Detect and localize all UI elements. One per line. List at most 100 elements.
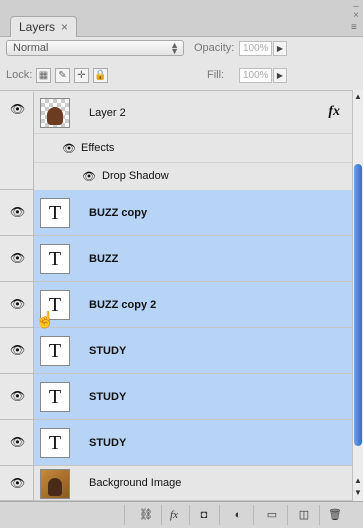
eye-icon[interactable]: 👁 [10, 389, 25, 403]
adjustment-layer-icon[interactable]: ◐ [230, 507, 246, 523]
tab-layers[interactable]: Layers × [10, 16, 78, 37]
visibility-toggle[interactable]: 👁 [0, 92, 34, 190]
fill-slider-arrow-icon[interactable]: ▶ [273, 68, 287, 83]
layer-name: Layer 2 [89, 107, 126, 119]
toolbar-divider [161, 505, 162, 525]
panel-menu-icon[interactable]: ≡ [351, 22, 361, 33]
layer-row[interactable]: 👁 T STUDY [0, 374, 352, 420]
eye-icon[interactable]: 👁 [10, 343, 25, 357]
hand-cursor-icon: ☝ [35, 312, 55, 329]
layer-content[interactable]: T STUDY [34, 374, 352, 420]
eye-icon[interactable]: 👁 [82, 170, 96, 183]
eye-icon[interactable]: 👁 [10, 435, 25, 449]
opacity-label: Opacity: [194, 42, 235, 54]
text-layer-icon: T [40, 244, 70, 274]
lock-row: Lock: ▦ ✎ ✛ 🔒 Fill: 100% ▶ [0, 62, 363, 91]
layer-content[interactable]: T BUZZ copy 2 [34, 282, 352, 328]
lock-label: Lock: [6, 69, 33, 81]
visibility-toggle[interactable]: 👁 [0, 282, 34, 328]
toolbar-divider [319, 505, 320, 525]
eye-icon[interactable]: 👁 [10, 251, 25, 265]
text-layer-icon: T [40, 198, 70, 228]
effect-item-row[interactable]: 👁 Drop Shadow [34, 162, 352, 191]
blend-mode-select[interactable]: Normal ▲ ▼ [6, 40, 184, 56]
visibility-toggle[interactable]: 👁 [0, 236, 34, 282]
layers-list: 👁 Layer 2 fx 👁 Effects 👁 Drop Shadow 👁 T… [0, 92, 352, 501]
layer-name: BUZZ [89, 253, 119, 265]
layer-row[interactable]: 👁 T BUZZ [0, 236, 352, 282]
scrollbar[interactable]: ▲ ▲ ▼ [352, 90, 363, 501]
visibility-toggle[interactable]: 👁 [0, 328, 34, 374]
window-controls[interactable]: – × [353, 2, 359, 21]
visibility-toggle[interactable]: 👁 [0, 420, 34, 466]
bottom-toolbar: ⛓ fx ◘ ◐ ▭ ◫ 🗑 [0, 501, 363, 528]
fx-icon[interactable]: fx [166, 507, 182, 523]
visibility-toggle[interactable]: 👁 [0, 466, 34, 501]
eye-icon[interactable]: 👁 [10, 102, 25, 116]
fx-icon[interactable]: fx [328, 104, 340, 120]
layer-content[interactable]: T STUDY [34, 328, 352, 374]
layer-thumbnail [40, 98, 70, 128]
layer-name: BUZZ copy [89, 207, 148, 219]
layer-content[interactable]: T BUZZ copy [34, 190, 352, 236]
fill-field[interactable]: 100% [239, 68, 272, 83]
layer-name: STUDY [89, 437, 127, 449]
layer-name: BUZZ copy 2 [89, 299, 157, 311]
effects-row[interactable]: 👁 Effects [34, 134, 352, 163]
fill-label: Fill: [207, 69, 225, 81]
window-close-icon[interactable]: × [353, 11, 359, 21]
layer-row[interactable]: 👁 T BUZZ copy [0, 190, 352, 236]
scroll-down-icon[interactable]: ▼ [354, 488, 362, 497]
toolbar-divider [253, 505, 254, 525]
layer-name: STUDY [89, 391, 127, 403]
lock-position-icon[interactable]: ✛ [74, 68, 89, 83]
blend-mode-value: Normal [13, 42, 49, 54]
toolbar-divider [287, 505, 288, 525]
layer-content[interactable]: Background Image [34, 466, 352, 501]
blend-row: Normal ▲ ▼ Opacity: 100% ▶ [0, 36, 363, 62]
close-icon[interactable]: × [61, 20, 68, 34]
layer-row[interactable]: 👁 Layer 2 fx 👁 Effects 👁 Drop Shadow [0, 92, 352, 191]
scroll-thumb[interactable] [354, 164, 362, 446]
drop-shadow-label: Drop Shadow [102, 170, 169, 182]
layer-row[interactable]: 👁 T STUDY [0, 420, 352, 466]
layer-name: STUDY [89, 345, 127, 357]
select-arrows-icon: ▲ ▼ [170, 40, 179, 56]
opacity-field[interactable]: 100% [239, 41, 272, 56]
tab-label: Layers [19, 20, 56, 34]
toolbar-divider [189, 505, 190, 525]
scroll-up-icon[interactable]: ▲ [354, 476, 362, 485]
toolbar-divider [124, 505, 125, 525]
visibility-toggle[interactable]: 👁 [0, 190, 34, 236]
eye-icon[interactable]: 👁 [62, 142, 76, 155]
layers-panel: Layers × – × ≡ Normal ▲ ▼ Opacity: 100% ▶… [0, 0, 363, 528]
text-layer-icon: T [40, 336, 70, 366]
toolbar-divider [219, 505, 220, 525]
eye-icon[interactable]: 👁 [10, 297, 25, 311]
link-layers-icon[interactable]: ⛓ [138, 507, 154, 523]
effects-label: Effects [81, 142, 115, 154]
portrait-image-icon [47, 107, 63, 125]
eye-icon[interactable]: 👁 [10, 476, 25, 490]
text-layer-icon: T [40, 428, 70, 458]
layer-name: Background Image [89, 477, 182, 489]
add-mask-icon[interactable]: ◘ [196, 507, 212, 523]
layer-thumbnail [40, 469, 70, 499]
portrait-image-icon [48, 478, 62, 496]
eye-icon[interactable]: 👁 [10, 205, 25, 219]
new-group-icon[interactable]: ▭ [264, 507, 280, 523]
text-layer-icon: T [40, 382, 70, 412]
layer-content[interactable]: Layer 2 fx [34, 92, 352, 134]
layer-content[interactable]: T BUZZ [34, 236, 352, 282]
lock-image-pixels-icon[interactable]: ✎ [55, 68, 70, 83]
visibility-toggle[interactable]: 👁 [0, 374, 34, 420]
scroll-up-icon[interactable]: ▲ [354, 92, 362, 101]
trash-icon[interactable]: 🗑 [327, 507, 343, 523]
opacity-slider-arrow-icon[interactable]: ▶ [273, 41, 287, 56]
new-layer-icon[interactable]: ◫ [296, 507, 312, 523]
layer-row[interactable]: 👁 Background Image [0, 466, 352, 501]
lock-all-icon[interactable]: 🔒 [93, 68, 108, 83]
layer-row[interactable]: 👁 T STUDY [0, 328, 352, 374]
layer-content[interactable]: T STUDY [34, 420, 352, 466]
lock-transparent-pixels-icon[interactable]: ▦ [36, 68, 51, 83]
